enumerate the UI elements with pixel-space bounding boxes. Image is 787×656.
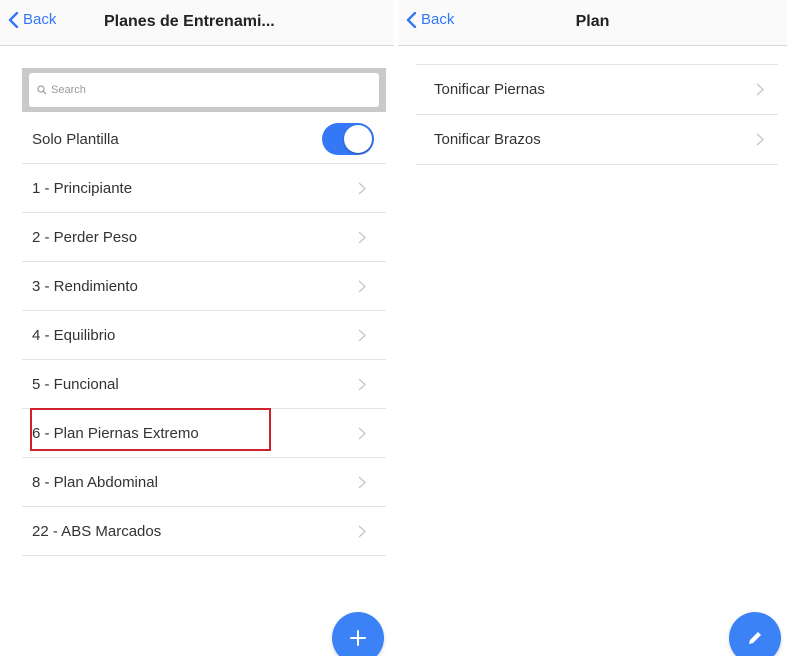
list-item[interactable]: 5 - Funcional <box>22 360 386 409</box>
list-item-label: 8 - Plan Abdominal <box>32 473 158 491</box>
nav-bar: Back Plan <box>398 0 787 46</box>
page-title: Plan <box>575 13 610 30</box>
chevron-right-icon <box>358 280 366 293</box>
search-placeholder: Search <box>51 84 86 96</box>
search-input[interactable]: Search <box>29 73 379 107</box>
chevron-right-icon <box>756 83 764 96</box>
list-item[interactable]: 2 - Perder Peso <box>22 213 386 262</box>
add-icon <box>350 630 366 646</box>
chevron-left-icon <box>8 11 19 28</box>
back-button[interactable]: Back <box>8 11 56 28</box>
list-item-label: 4 - Equilibrio <box>32 326 116 344</box>
chevron-right-icon <box>756 133 764 146</box>
list-item-label: 2 - Perder Peso <box>32 228 138 246</box>
list-item[interactable]: Tonificar Brazos <box>416 115 778 165</box>
list-item-label: 22 - ABS Marcados <box>32 522 162 540</box>
add-button[interactable] <box>332 612 384 656</box>
pencil-icon <box>749 632 761 644</box>
nav-bar: Back Planes de Entrenami... <box>0 0 394 46</box>
list-item-label: 5 - Funcional <box>32 375 119 393</box>
solo-plantilla-row: Solo Plantilla <box>22 115 386 164</box>
search-bar: Search <box>22 68 386 112</box>
solo-plantilla-label: Solo Plantilla <box>32 130 119 148</box>
chevron-right-icon <box>358 525 366 538</box>
list-item[interactable]: 1 - Principiante <box>22 164 386 213</box>
list-item[interactable]: 4 - Equilibrio <box>22 311 386 360</box>
chevron-right-icon <box>358 378 366 391</box>
list-item-label: 1 - Principiante <box>32 179 133 197</box>
highlight-box <box>30 408 271 451</box>
plan-screen: Back Plan Tonificar Piernas Tonificar Br… <box>398 0 787 656</box>
list-item-label: Tonificar Brazos <box>434 131 541 148</box>
edit-button[interactable] <box>729 612 781 656</box>
list-item[interactable]: 22 - ABS Marcados <box>22 507 386 556</box>
search-icon <box>37 85 47 95</box>
chevron-right-icon <box>358 329 366 342</box>
list-item[interactable]: Tonificar Piernas <box>416 65 778 115</box>
solo-plantilla-toggle[interactable] <box>322 123 374 155</box>
chevron-right-icon <box>358 231 366 244</box>
list-item-label: Tonificar Piernas <box>434 81 545 98</box>
back-label: Back <box>23 11 57 28</box>
plans-screen: Back Planes de Entrenami... Search Solo … <box>0 0 394 656</box>
list-item[interactable]: 8 - Plan Abdominal <box>22 458 386 507</box>
list-item-label: 3 - Rendimiento <box>32 277 138 295</box>
list-item[interactable]: 3 - Rendimiento <box>22 262 386 311</box>
page-title: Planes de Entrenami... <box>104 13 275 30</box>
chevron-right-icon <box>358 476 366 489</box>
chevron-right-icon <box>358 182 366 195</box>
toggle-knob <box>344 125 372 153</box>
chevron-right-icon <box>358 427 366 440</box>
